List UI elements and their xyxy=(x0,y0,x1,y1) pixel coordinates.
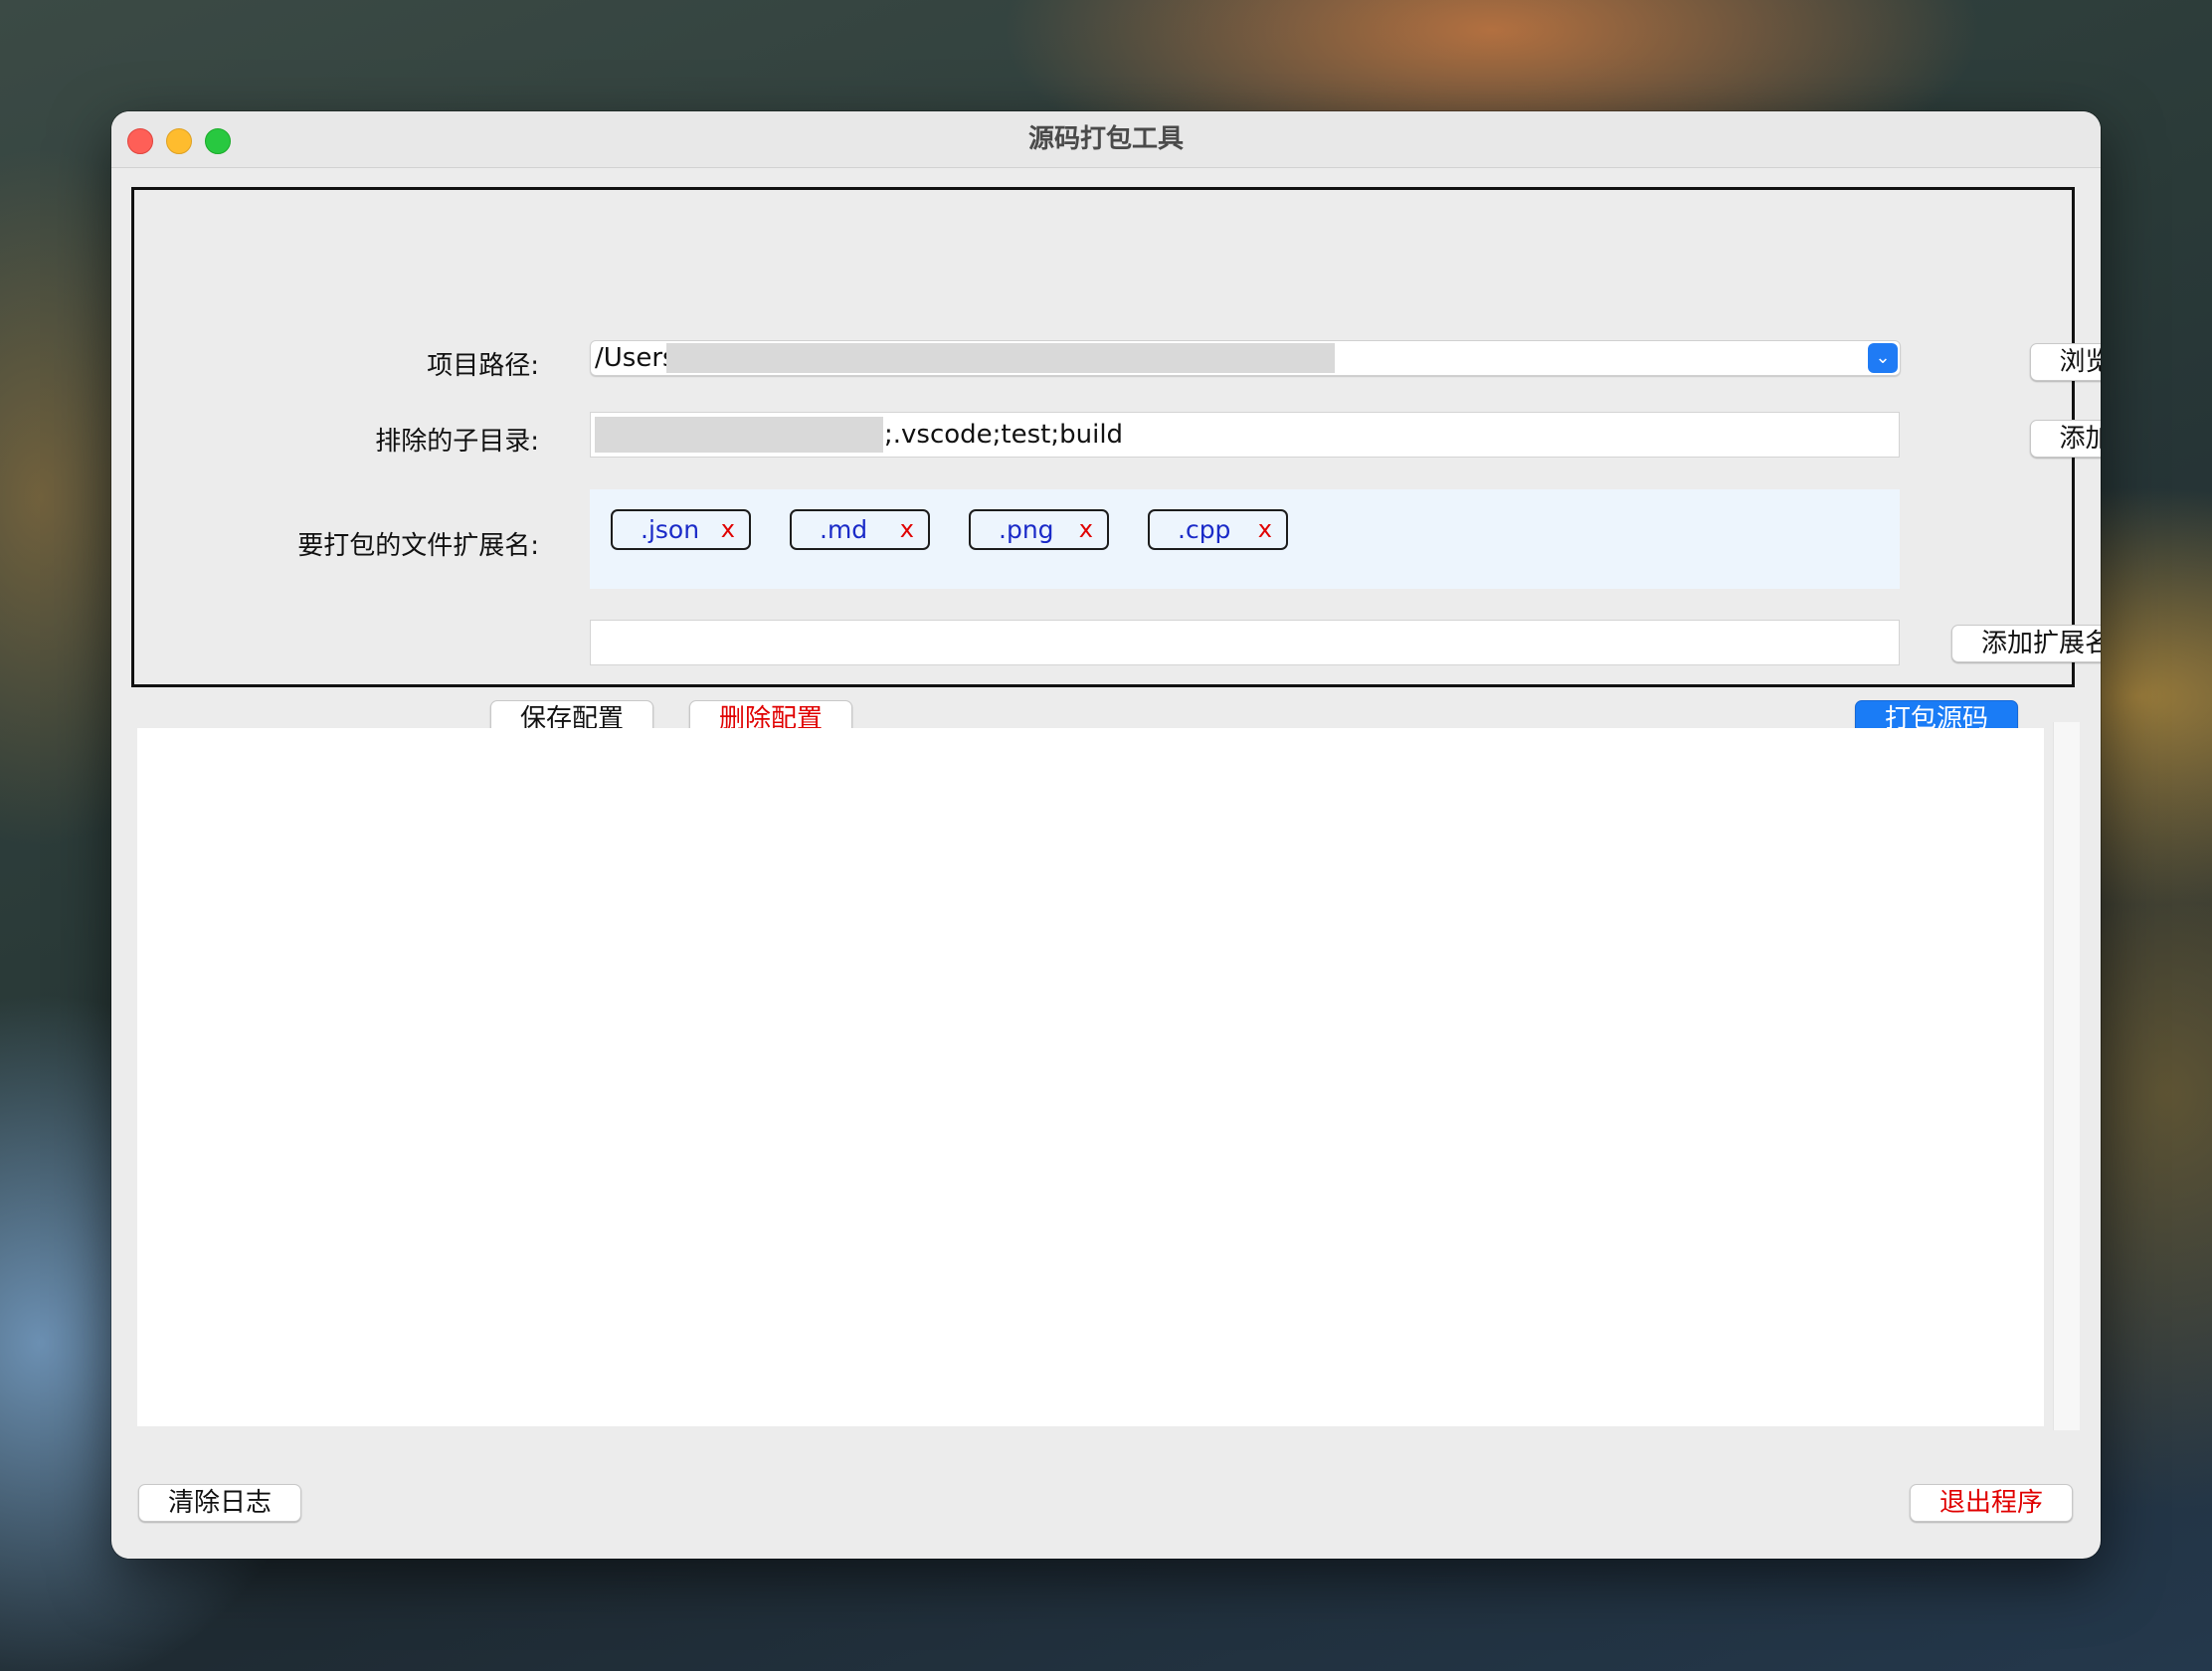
app-window: 源码打包工具 项目路径: /Users ⌄ 浏览 排除的子目录: ;.vscod… xyxy=(111,111,2101,1559)
clear-log-button[interactable]: 清除日志 xyxy=(138,1484,301,1522)
project-path-value: /Users xyxy=(595,343,676,373)
browse-button[interactable]: 浏览 xyxy=(2030,343,2101,381)
new-extension-input[interactable] xyxy=(590,620,1900,665)
extensions-tag-area: .json x .md x .png x .cpp x xyxy=(590,489,1900,589)
extension-tag: .cpp x xyxy=(1148,509,1288,550)
remove-tag-button[interactable]: x xyxy=(900,511,914,548)
redacted-dirs xyxy=(595,417,883,453)
add-extension-button[interactable]: 添加扩展名 xyxy=(1951,625,2101,662)
exclude-dirs-input[interactable]: ;.vscode;test;build xyxy=(590,412,1900,458)
extension-tag: .json x xyxy=(611,509,751,550)
chevron-down-icon[interactable]: ⌄ xyxy=(1868,343,1898,373)
exit-program-button[interactable]: 退出程序 xyxy=(1910,1484,2073,1522)
extensions-label: 要打包的文件扩展名: xyxy=(297,531,539,561)
extension-tag-label: .md xyxy=(820,515,868,544)
project-path-combobox[interactable]: /Users ⌄ xyxy=(590,340,1901,376)
log-scrollbar[interactable] xyxy=(2053,722,2080,1430)
title-bar: 源码打包工具 xyxy=(111,111,2101,168)
remove-tag-button[interactable]: x xyxy=(1079,511,1093,548)
extension-tag-label: .png xyxy=(999,515,1054,544)
add-exclude-button[interactable]: 添加 xyxy=(2030,420,2101,458)
project-path-label: 项目路径: xyxy=(427,351,539,381)
exclude-dirs-value: ;.vscode;test;build xyxy=(884,420,1124,450)
window-title: 源码打包工具 xyxy=(1027,124,1184,154)
redacted-path xyxy=(666,343,1335,373)
extension-tag: .png x xyxy=(969,509,1109,550)
remove-tag-button[interactable]: x xyxy=(1258,511,1272,548)
log-output[interactable] xyxy=(137,728,2044,1426)
extension-tag: .md x xyxy=(790,509,930,550)
extension-tag-label: .cpp xyxy=(1178,515,1231,544)
remove-tag-button[interactable]: x xyxy=(721,511,735,548)
extension-tag-label: .json xyxy=(641,515,700,544)
exclude-dirs-label: 排除的子目录: xyxy=(375,427,539,457)
